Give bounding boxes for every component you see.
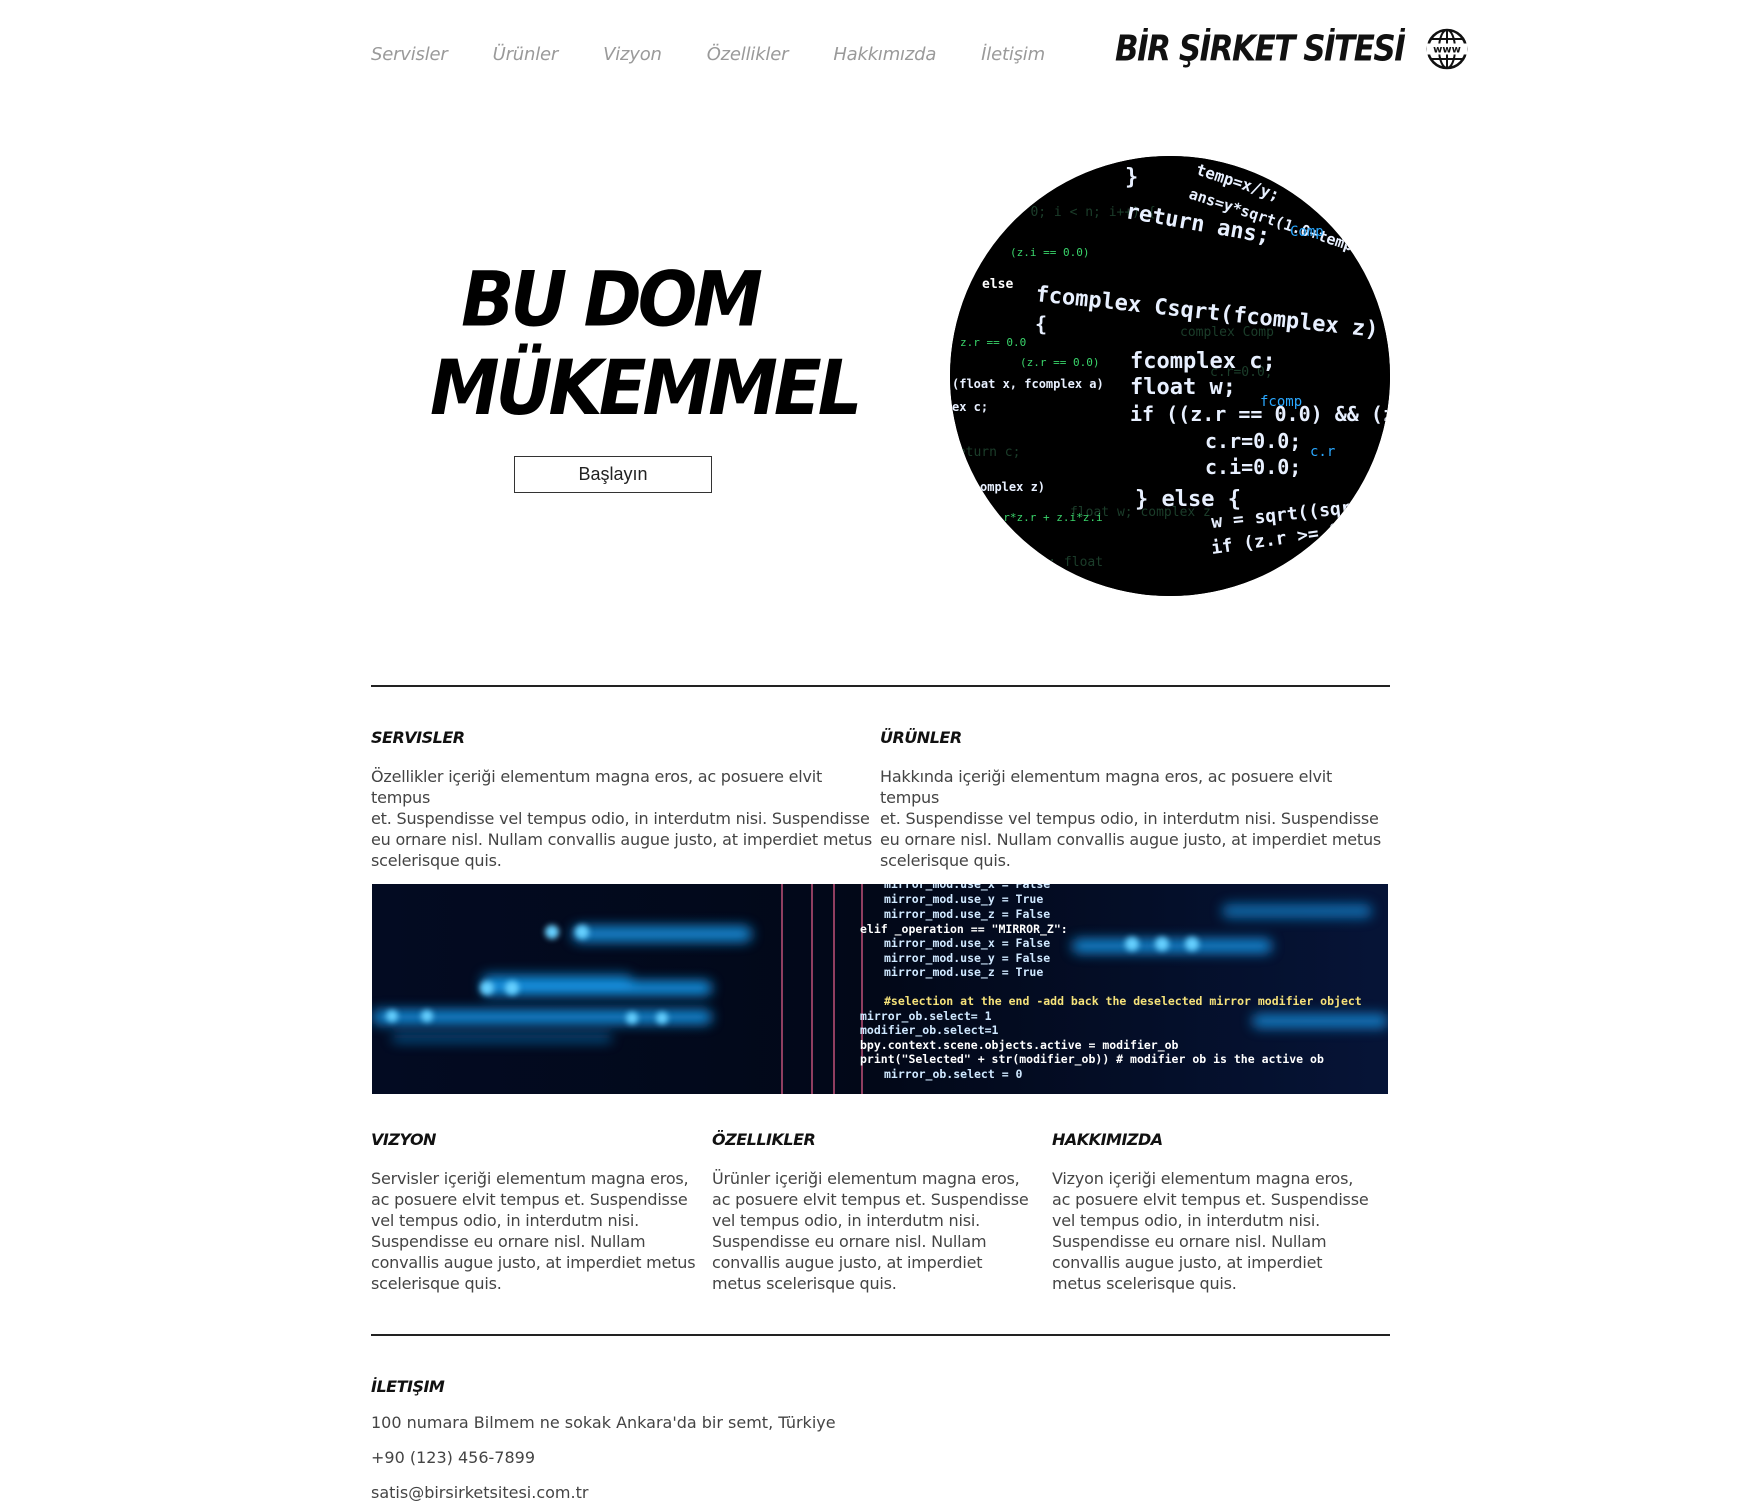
section-title-hakkimizda: HAKKIMIZDA — [1052, 1130, 1163, 1149]
svg-text:z.r == 0.0: z.r == 0.0 — [960, 336, 1026, 349]
globe-www-icon: www — [1426, 28, 1468, 70]
section-body-servisler: Özellikler içeriği elementum magna eros,… — [371, 766, 881, 871]
contact-email[interactable]: satis@birsirketsitesi.com.tr — [371, 1483, 588, 1501]
body-line: eu ornare nisl. Nullam convallis augue j… — [880, 830, 1382, 849]
start-button[interactable]: Başlayın — [514, 456, 712, 493]
code-open-brace: { — [1035, 312, 1047, 336]
brand-name: BİR ŞİRKET SİTESİ — [1115, 28, 1406, 70]
nav-item-iletisim[interactable]: İletişim — [981, 44, 1045, 65]
body-line: vel tempus odio, in interdutm nisi. — [712, 1211, 980, 1230]
banner-code-line: mirror_ob.select = 0 — [884, 1067, 1023, 1082]
banner-code-line: mirror_ob.select= 1 — [860, 1009, 992, 1024]
hero-title-line1: BU DOM — [461, 255, 763, 344]
code-ci: c.i=0.0; — [1205, 455, 1301, 479]
brand-logo[interactable]: BİR ŞİRKET SİTESİ www — [1115, 28, 1468, 70]
banner-code-line: mirror_mod.use_x = False — [884, 884, 1050, 892]
banner-code-line: mirror_mod.use_y = True — [884, 892, 1043, 907]
code-else-brace: } else { — [1135, 487, 1241, 512]
code-fcomplex-c: fcomplex c; — [1130, 349, 1276, 374]
body-line: Suspendisse eu ornare nisl. Nullam — [371, 1232, 646, 1251]
hero-code-image: for (i = 0; i < n; i++) { complex Comp c… — [950, 156, 1390, 596]
code-float-arg: (float x, fcomplex a) — [952, 377, 1104, 391]
nav-item-ozellikler[interactable]: Özellikler — [707, 44, 789, 65]
svg-text:fcomplex c; float: fcomplex c; float — [970, 555, 1103, 570]
banner-code-line: bpy.context.scene.objects.active = modif… — [860, 1038, 1179, 1053]
section-body-urunler: Hakkında içeriği elementum magna eros, a… — [880, 766, 1390, 871]
svg-text:(z.r == 0.0): (z.r == 0.0) — [1020, 356, 1099, 369]
body-line: Vizyon içeriği elementum magna eros, — [1052, 1169, 1354, 1188]
body-line: Ürünler içeriği elementum magna eros, — [712, 1169, 1020, 1188]
hero-title: BU DOM MÜKEMMEL — [430, 255, 862, 432]
body-line: metus scelerisque quis. — [712, 1274, 897, 1293]
banner-code-line: elif _operation == "MIRROR_Z": — [860, 922, 1068, 937]
svg-text:c.r: c.r — [1310, 444, 1335, 460]
body-line: et. Suspendisse vel tempus odio, in inte… — [371, 809, 870, 828]
body-line: scelerisque quis. — [371, 1274, 502, 1293]
divider-bottom — [371, 1334, 1390, 1336]
nav-item-urunler[interactable]: Ürünler — [493, 44, 559, 65]
body-line: Suspendisse eu ornare nisl. Nullam — [1052, 1232, 1327, 1251]
svg-text:z.r*z.r + z.i*z.i: z.r*z.r + z.i*z.i — [990, 511, 1103, 524]
banner-code-line: mirror_mod.use_x = False — [884, 936, 1050, 951]
nav-item-vizyon[interactable]: Vizyon — [603, 44, 662, 65]
code-float-w: float w; — [1130, 375, 1236, 400]
banner-code-line: mirror_mod.use_z = True — [884, 965, 1043, 980]
code-banner-image: mirror_mod.use_x = False mirror_mod.use_… — [372, 884, 1388, 1094]
body-line: et. Suspendisse vel tempus odio, in inte… — [880, 809, 1379, 828]
section-title-ozellikler: ÖZELLIKLER — [712, 1130, 816, 1149]
hero-title-line2: MÜKEMMEL — [430, 344, 862, 433]
hero-code-graphic: for (i = 0; i < n; i++) { complex Comp c… — [950, 156, 1390, 596]
code-omplex: omplex z) — [980, 480, 1045, 494]
contact-address: 100 numara Bilmem ne sokak Ankara'da bir… — [371, 1413, 836, 1432]
banner-code-line: mirror_mod.use_y = False — [884, 951, 1050, 966]
globe-www-text: www — [1433, 45, 1461, 56]
body-line: vel tempus odio, in interdutm nisi. — [1052, 1211, 1320, 1230]
body-line: convallis augue justo, at imperdiet metu… — [371, 1253, 696, 1272]
code-ex-c: ex c; — [952, 400, 988, 414]
code-else: else — [982, 277, 1013, 292]
body-line: scelerisque quis. — [371, 851, 502, 870]
body-line: metus scelerisque quis. — [1052, 1274, 1237, 1293]
nav-item-hakkimizda[interactable]: Hakkımızda — [833, 44, 936, 65]
section-title-urunler: ÜRÜNLER — [880, 728, 962, 747]
divider-top — [371, 685, 1390, 687]
page: Servisler Ürünler Vizyon Özellikler Hakk… — [0, 0, 1755, 1501]
banner-code-line: modifier_ob.select=1 — [860, 1023, 999, 1038]
banner-code-line: print("Selected" + str(modifier_ob)) # m… — [860, 1052, 1324, 1067]
svg-text:return c;: return c; — [950, 445, 1020, 460]
nav-item-servisler[interactable]: Servisler — [371, 44, 448, 65]
body-line: convallis augue justo, at imperdiet — [1052, 1253, 1323, 1272]
contact-title: İLETIŞIM — [371, 1377, 445, 1396]
contact-phone[interactable]: +90 (123) 456-7899 — [371, 1448, 535, 1467]
main-nav: Servisler Ürünler Vizyon Özellikler Hakk… — [371, 44, 1090, 65]
section-body-ozellikler: Ürünler içeriği elementum magna eros, ac… — [712, 1168, 1042, 1294]
body-line: Suspendisse eu ornare nisl. Nullam — [712, 1232, 987, 1251]
svg-text:fcomp: fcomp — [1260, 394, 1302, 410]
body-line: vel tempus odio, in interdutm nisi. — [371, 1211, 639, 1230]
body-line: ac posuere elvit tempus et. Suspendisse — [371, 1190, 688, 1209]
body-line: convallis augue justo, at imperdiet — [712, 1253, 983, 1272]
banner-code-line: mirror_mod.use_z = False — [884, 907, 1050, 922]
svg-text:Comp: Comp — [1290, 224, 1324, 240]
body-line: eu ornare nisl. Nullam convallis augue j… — [371, 830, 873, 849]
svg-text:(z.i == 0.0): (z.i == 0.0) — [1010, 246, 1089, 259]
body-line: ac posuere elvit tempus et. Suspendisse — [712, 1190, 1029, 1209]
section-body-vizyon: Servisler içeriği elementum magna eros, … — [371, 1168, 701, 1294]
body-line: scelerisque quis. — [880, 851, 1011, 870]
body-line: Hakkında içeriği elementum magna eros, a… — [880, 767, 1333, 807]
banner-code-line: #selection at the end -add back the dese… — [884, 994, 1362, 1008]
body-line: ac posuere elvit tempus et. Suspendisse — [1052, 1190, 1369, 1209]
body-line: Servisler içeriği elementum magna eros, — [371, 1169, 689, 1188]
code-brace-top: } — [1125, 165, 1138, 190]
section-title-servisler: SERVISLER — [371, 728, 465, 747]
banner-code-graphic: mirror_mod.use_x = False mirror_mod.use_… — [372, 884, 1388, 1094]
code-cr: c.r=0.0; — [1205, 429, 1301, 453]
body-line: Özellikler içeriği elementum magna eros,… — [371, 767, 823, 807]
section-title-vizyon: VIZYON — [371, 1130, 436, 1149]
section-body-hakkimizda: Vizyon içeriği elementum magna eros, ac … — [1052, 1168, 1382, 1294]
